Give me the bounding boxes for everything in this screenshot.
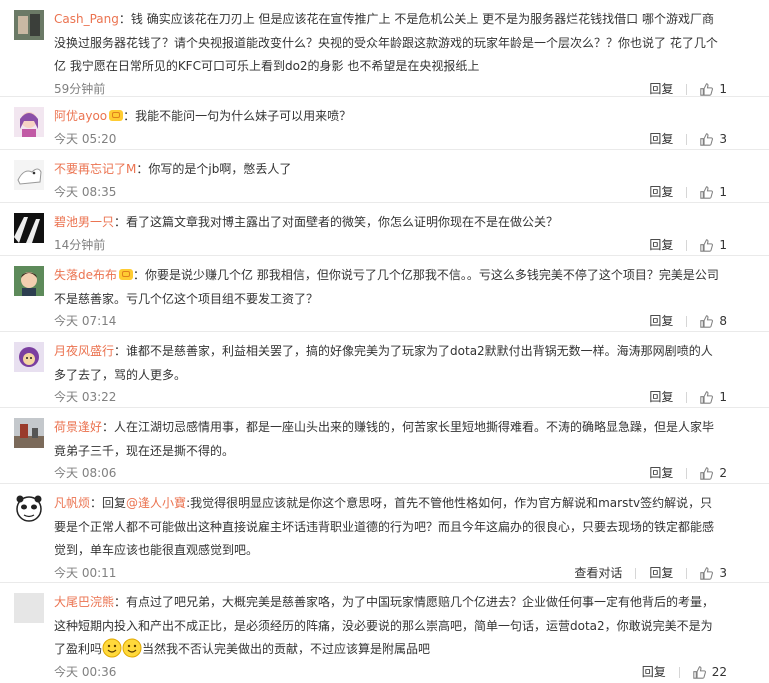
like-button[interactable]: 1 (700, 182, 727, 203)
comment-text: 谁都不是慈善家，利益相关罢了，搞的好像完美为了玩家为了dota2默默付出背锅无数… (54, 344, 713, 382)
thumbs-up-icon (700, 238, 714, 252)
comment-item: 月夜风盛行：谁都不是慈善家，利益相关罢了，搞的好像完美为了玩家为了dota2默默… (0, 332, 769, 408)
comment-username[interactable]: 阿优ayoo (54, 109, 107, 123)
like-count: 1 (719, 390, 727, 404)
avatar[interactable] (14, 266, 44, 296)
like-count: 2 (719, 466, 727, 480)
comment-username[interactable]: 大尾巴浣熊 (54, 595, 114, 609)
smile-emoji-icon (102, 638, 122, 658)
divider (686, 133, 688, 145)
vip-badge-icon (119, 269, 134, 280)
comment-list: Cash_Pang：钱 确实应该花在刀刃上 但是应该花在宣传推广上 不是危机公关… (0, 0, 769, 683)
comment-time: 14分钟前 (54, 237, 106, 252)
reply-button[interactable]: 回复 (649, 387, 673, 408)
thumbs-up-icon (700, 467, 714, 480)
comment-username[interactable]: 碧池男一只 (54, 215, 114, 229)
reply-button[interactable]: 回复 (642, 662, 666, 683)
avatar[interactable] (14, 593, 44, 623)
avatar[interactable] (14, 418, 44, 448)
thumbs-up-icon (700, 185, 714, 199)
divider (678, 666, 680, 678)
comment-item: 荷景逢好：人在江湖切忌感情用事，都是一座山头出来的赚钱的，何苦家长里短地撕得难看… (0, 408, 769, 484)
like-count: 1 (719, 237, 727, 252)
comment-text: 看了这篇文章我对博主露出了对面壁者的微笑，你怎么证明你现在不是在做公关？ (126, 215, 559, 229)
avatar[interactable] (14, 107, 44, 137)
divider (686, 567, 688, 579)
reply-button[interactable]: 回复 (649, 563, 673, 584)
comment-time: 今天 08:35 (54, 184, 117, 199)
avatar[interactable] (14, 494, 44, 524)
like-button[interactable]: 22 (693, 662, 727, 683)
comment-item: 失落de布布 ：你要是说少赚几个亿 那我相信，但你说亏了几个亿那我不信。。亏这么多… (0, 256, 769, 332)
comment-time: 今天 03:22 (54, 390, 117, 404)
divider (686, 468, 688, 479)
like-button[interactable]: 2 (700, 463, 727, 484)
comment-item: 不要再忘记了M：你写的是个jb啊，憋丢人了 今天 08:35 回复 1 (0, 150, 769, 203)
reply-button[interactable]: 回复 (649, 235, 673, 256)
comment-username[interactable]: 失落de布布 (54, 268, 117, 282)
thumbs-up-icon (700, 315, 714, 328)
comment-username[interactable]: 荷景逢好 (54, 420, 102, 434)
avatar[interactable] (14, 213, 44, 243)
divider (635, 567, 637, 579)
like-button[interactable]: 1 (700, 235, 727, 256)
like-button[interactable]: 8 (700, 311, 727, 332)
divider (686, 186, 688, 198)
mention-link[interactable]: @逢人小寶 (126, 496, 186, 510)
comment-time: 今天 05:20 (54, 131, 117, 146)
divider (686, 239, 688, 251)
avatar[interactable] (14, 160, 44, 190)
view-dialog-button[interactable]: 查看对话 (574, 563, 622, 584)
reply-button[interactable]: 回复 (649, 463, 673, 484)
comment-item: 碧池男一只：看了这篇文章我对博主露出了对面壁者的微笑，你怎么证明你现在不是在做公… (0, 203, 769, 256)
like-count: 22 (711, 664, 727, 679)
avatar[interactable] (14, 342, 44, 372)
thumbs-up-icon (700, 566, 714, 580)
reply-prefix: 回复 (102, 496, 127, 510)
comment-username[interactable]: 不要再忘记了M (54, 162, 136, 176)
reply-button[interactable]: 回复 (649, 182, 673, 203)
smile-emoji-icon (122, 638, 142, 658)
like-count: 3 (719, 131, 727, 146)
comment-text: 人在江湖切忌感情用事，都是一座山头出来的赚钱的，何苦家长里短地撕得难看。不涛的确… (54, 420, 715, 458)
comment-text: 你要是说少赚几个亿 那我相信，但你说亏了几个亿那我不信。。亏这么多钱完美不停了这… (54, 268, 719, 306)
thumbs-up-icon (700, 132, 714, 146)
comment-item: 凡帆烦：回复@逢人小寶:我觉得很明显应该就是你这个意思呀，首先不管他性格如何，作… (0, 484, 769, 583)
divider (686, 392, 688, 403)
comment-username[interactable]: Cash_Pang (54, 12, 119, 26)
comment-time: 今天 07:14 (54, 314, 117, 328)
comment-time: 今天 08:06 (54, 466, 117, 480)
divider (686, 316, 688, 327)
comment-username[interactable]: 凡帆烦 (54, 496, 90, 510)
like-button[interactable]: 1 (700, 387, 727, 408)
reply-button[interactable]: 回复 (649, 311, 673, 332)
like-button[interactable]: 3 (700, 563, 727, 584)
comment-text-suffix: 当然我不否认完美做出的贡献，不过应该算是附属品吧 (142, 642, 431, 656)
like-count: 3 (719, 565, 727, 580)
like-count: 8 (719, 314, 727, 328)
comment-time: 今天 00:36 (54, 664, 117, 679)
divider (686, 83, 688, 95)
comment-time: 今天 00:11 (54, 565, 117, 580)
like-count: 1 (719, 184, 727, 199)
comment-text: 我能不能问一句为什么妹子可以用来喷？ (135, 109, 352, 123)
reply-button[interactable]: 回复 (649, 129, 673, 150)
like-button[interactable]: 3 (700, 129, 727, 150)
thumbs-up-icon (700, 391, 714, 404)
comment-item: Cash_Pang：钱 确实应该花在刀刃上 但是应该花在宣传推广上 不是危机公关… (0, 0, 769, 97)
avatar[interactable] (14, 10, 44, 40)
comment-text: 你写的是个jb啊，憋丢人了 (148, 162, 292, 176)
comment-item: 阿优ayoo ：我能不能问一句为什么妹子可以用来喷？ 今天 05:20 回复 3 (0, 97, 769, 150)
thumbs-up-icon (700, 82, 714, 96)
comment-item: 大尾巴浣熊：有点过了吧兄弟，大概完美是慈善家咯，为了中国玩家情愿赔几个亿进去？企… (0, 583, 769, 683)
comment-text: 钱 确实应该花在刀刃上 但是应该花在宣传推广上 不是危机公关上 更不是为服务器烂… (54, 12, 718, 73)
thumbs-up-icon (693, 665, 706, 679)
vip-badge-icon (109, 110, 124, 121)
comment-username[interactable]: 月夜风盛行 (54, 344, 114, 358)
